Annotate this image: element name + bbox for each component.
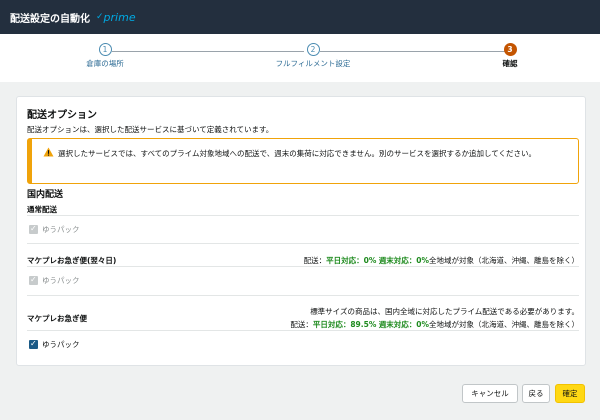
divider [27, 266, 579, 267]
page-title: 配送設定の自動化 [10, 13, 90, 25]
standard-yupack-option: ✓ ゆうパック [29, 224, 80, 235]
option-label: ゆうパック [42, 340, 80, 349]
weekday-rate: 平日対応：0% [326, 256, 377, 265]
confirm-button[interactable]: 確定 [555, 384, 585, 403]
shipping-options-panel: 配送オプション 配送オプションは、選択した配送サービスに基づいて定義されています… [16, 96, 586, 366]
step-label: フルフィルメント設定 [275, 59, 351, 68]
step-number: 1 [98, 43, 112, 56]
checkbox[interactable]: ✓ [29, 339, 38, 349]
section-title: 配送オプション [27, 110, 97, 121]
step-number: 2 [306, 43, 320, 56]
alert-message: 選択したサービスでは、すべてのプライム対象地域への配送で、週末の集荷に対応できま… [58, 149, 537, 158]
stepper: 1 倉庫の場所 2 フルフィルメント設定 3 確認 [0, 34, 600, 82]
prime-text: prime [103, 10, 136, 24]
option-label: ゆうパック [42, 225, 80, 234]
warning-alert: 選択したサービスでは、すべてのプライム対象地域への配送で、週末の集荷に対応できま… [27, 138, 579, 184]
express-2day-title: マケプレお急ぎ便(翌々日) [27, 256, 117, 265]
express-note: 標準サイズの商品は、国内全域に対応したプライム配送である必要があります。 [310, 307, 579, 316]
step-number: 3 [503, 43, 517, 56]
step-fulfillment[interactable]: 2 フルフィルメント設定 [253, 43, 373, 69]
meta-prefix: 配送： [303, 256, 327, 265]
prime-check-icon: ✓ [96, 12, 104, 22]
back-button[interactable]: 戻る [522, 384, 550, 403]
divider [27, 243, 579, 244]
cancel-button[interactable]: キャンセル [462, 384, 518, 403]
express-title: マケプレお急ぎ便 [27, 314, 87, 323]
weekday-rate: 平日対応：89.5% [312, 320, 377, 329]
warning-icon [43, 147, 54, 157]
express-coverage: 配送：平日対応：89.5% 週末対応：0%全地域が対象（北海道、沖縄、離島を除く… [290, 319, 579, 330]
step-warehouse[interactable]: 1 倉庫の場所 [45, 43, 165, 69]
express-yupack-option[interactable]: ✓ ゆうパック [29, 339, 80, 350]
top-header: 配送設定の自動化 ✓ prime [0, 0, 600, 34]
weekend-rate: 週末対応：0% [378, 256, 429, 265]
option-label: ゆうパック [42, 276, 80, 285]
standard-shipping-title: 通常配送 [27, 205, 57, 214]
express-2day-yupack-option: ✓ ゆうパック [29, 275, 80, 286]
checkbox: ✓ [29, 224, 38, 234]
prime-logo: ✓ prime [96, 11, 136, 24]
meta-prefix: 配送： [290, 320, 313, 329]
divider [27, 215, 579, 216]
express-2day-coverage: 配送：平日対応：0% 週末対応：0%全地域が対象（北海道、沖縄、離島を除く） [304, 255, 579, 266]
section-description: 配送オプションは、選択した配送サービスに基づいて定義されています。 [27, 125, 274, 134]
divider [27, 295, 579, 296]
weekend-rate: 週末対応：0% [378, 320, 429, 329]
step-label: 倉庫の場所 [86, 59, 124, 68]
domestic-shipping-title: 国内配送 [27, 190, 64, 200]
step-confirm: 3 確認 [450, 43, 570, 69]
step-label: 確認 [502, 59, 518, 68]
checkbox: ✓ [29, 275, 38, 285]
coverage-text: 全地域が対象（北海道、沖縄、離島を除く） [429, 256, 579, 265]
divider [27, 330, 579, 331]
coverage-text: 全地域が対象（北海道、沖縄、離島を除く） [429, 320, 579, 329]
